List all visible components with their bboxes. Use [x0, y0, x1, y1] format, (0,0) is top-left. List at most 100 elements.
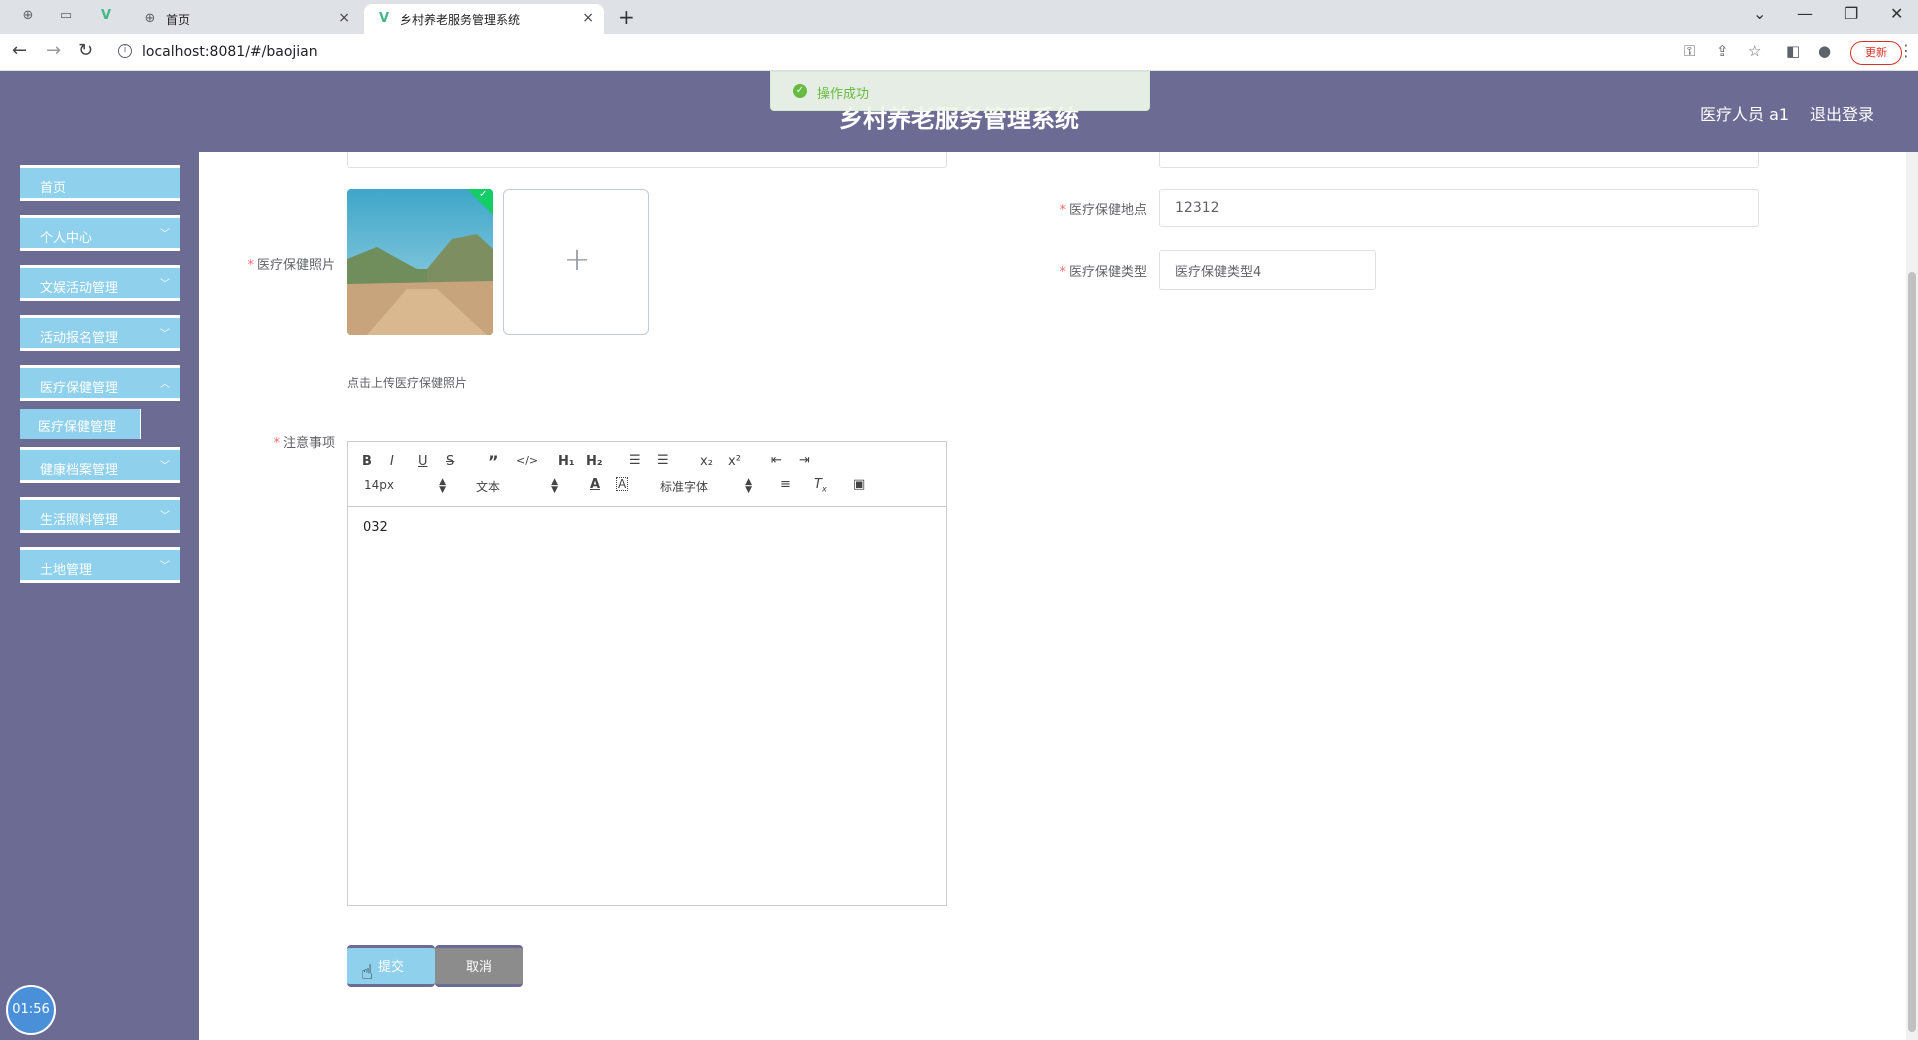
clear-format-icon[interactable]: Tx: [814, 477, 827, 494]
menu-icon[interactable]: ⋮: [1898, 41, 1914, 60]
font-family-select[interactable]: 标准字体 ▲ ▼: [660, 478, 752, 495]
timer-badge: 01:56: [6, 985, 56, 1035]
close-icon[interactable]: ×: [582, 10, 594, 26]
uploaded-check-icon: ✓: [467, 189, 493, 215]
sidebar-item-label: 医疗保健管理: [38, 420, 117, 435]
ordered-list-icon[interactable]: ☰: [629, 453, 641, 468]
hand-cursor-icon: ☝: [361, 960, 374, 984]
sidebar-subitem-medical[interactable]: 医疗保健管理: [20, 409, 141, 439]
top-input-left[interactable]: [347, 152, 947, 168]
sidebar-item-label: 生活照料管理: [40, 513, 119, 528]
browser-tab-strip: ⊕ ▭ V ⊕ 首页 × V 乡村养老服务管理系统 × + ⌄ — ❐ ✕: [0, 0, 1918, 34]
cancel-button[interactable]: 取消: [435, 945, 523, 987]
key-icon[interactable]: ⚿: [1684, 42, 1695, 60]
sidebar-item-entertainment[interactable]: 文娱活动管理 ﹀: [20, 265, 180, 301]
required-mark: *: [247, 258, 254, 273]
sidepanel-icon[interactable]: ◧: [1786, 42, 1800, 60]
new-tab-button[interactable]: +: [618, 5, 635, 29]
italic-icon[interactable]: I: [390, 454, 394, 469]
sidebar-item-label: 文娱活动管理: [40, 281, 119, 296]
required-mark: *: [273, 436, 280, 451]
sidebar-item-health-records[interactable]: 健康档案管理 ﹀: [20, 447, 180, 483]
location-input[interactable]: 12312: [1159, 189, 1759, 227]
quote-icon[interactable]: ”: [488, 452, 499, 471]
bold-icon[interactable]: B: [362, 454, 372, 469]
tab-system[interactable]: V 乡村养老服务管理系统 ×: [364, 4, 604, 34]
globe-icon[interactable]: ⊕: [20, 8, 36, 24]
updown-icon: ▲ ▼: [551, 477, 558, 495]
font-size-select[interactable]: 14px ▲ ▼: [364, 478, 446, 495]
editor-content[interactable]: 032: [363, 520, 388, 535]
chevron-down-icon: ﹀: [160, 511, 170, 522]
check-circle-icon: ✓: [793, 84, 807, 98]
sidebar-item-land[interactable]: 土地管理 ﹀: [20, 547, 180, 583]
upload-hint: 点击上传医疗保健照片: [347, 376, 468, 390]
paragraph-value: 文本: [476, 480, 501, 494]
back-icon[interactable]: ←: [12, 40, 27, 61]
sidebar-item-home[interactable]: 首页: [20, 165, 180, 201]
reload-icon[interactable]: ↻: [78, 40, 93, 61]
sidebar-item-label: 活动报名管理: [40, 331, 119, 346]
chevron-down-icon: ﹀: [160, 279, 170, 290]
scrollbar-thumb[interactable]: [1908, 272, 1916, 1032]
page-icon[interactable]: ▭: [58, 8, 74, 24]
forward-icon[interactable]: →: [46, 40, 61, 61]
sidebar-item-medical[interactable]: 医疗保健管理 ︿: [20, 365, 180, 401]
required-mark: *: [1059, 203, 1066, 218]
type-label: * 医疗保健类型: [1059, 265, 1147, 280]
font-color-icon[interactable]: A: [590, 477, 600, 492]
close-window-icon[interactable]: ✕: [1890, 4, 1903, 23]
share-icon[interactable]: ⇪: [1716, 42, 1729, 60]
url-field[interactable]: i localhost:8081/#/baojian: [110, 39, 1918, 65]
tab-title: 乡村养老服务管理系统: [400, 13, 521, 27]
sidebar-item-label: 医疗保健管理: [40, 381, 119, 396]
h2-icon[interactable]: H₂: [586, 454, 603, 469]
photo-thumbnail[interactable]: ✓: [347, 189, 493, 335]
tab-search-icon[interactable]: ⌄: [1753, 4, 1766, 23]
background-color-icon[interactable]: A: [616, 477, 629, 491]
minimize-icon[interactable]: —: [1797, 4, 1813, 23]
rich-text-editor[interactable]: B I U S ” </> H₁ H₂ ☰ ☰ x₂ x² ⇤ ⇥ 14px ▲…: [347, 441, 947, 906]
tab-title: 首页: [166, 13, 191, 27]
info-icon[interactable]: i: [118, 44, 132, 58]
scrollbar[interactable]: [1906, 152, 1918, 1040]
restore-icon[interactable]: ❐: [1844, 4, 1858, 23]
close-icon[interactable]: ×: [338, 10, 350, 26]
underline-icon[interactable]: U: [418, 454, 428, 469]
type-select[interactable]: 医疗保健类型4 ﹀: [1159, 250, 1376, 290]
indent-icon[interactable]: ⇥: [799, 453, 810, 468]
required-mark: *: [1059, 265, 1066, 280]
sidebar-item-label: 土地管理: [40, 563, 93, 578]
h1-icon[interactable]: H₁: [558, 454, 575, 469]
sidebar-item-label: 健康档案管理: [40, 463, 119, 478]
chevron-up-icon: ︿: [160, 379, 170, 390]
subscript-icon[interactable]: x₂: [700, 454, 713, 469]
sidebar-item-life-care[interactable]: 生活照料管理 ﹀: [20, 497, 180, 533]
star-icon[interactable]: ☆: [1748, 42, 1761, 60]
image-icon[interactable]: ▣: [853, 477, 865, 492]
paragraph-select[interactable]: 文本 ▲ ▼: [476, 478, 558, 495]
logout-button[interactable]: 退出登录: [1810, 101, 1874, 125]
outdent-icon[interactable]: ⇤: [771, 453, 782, 468]
align-icon[interactable]: ≡: [780, 477, 791, 492]
url-text: localhost:8081/#/baojian: [142, 44, 318, 60]
vue-icon[interactable]: V: [98, 8, 114, 24]
code-icon[interactable]: </>: [516, 454, 538, 467]
sidebar: 首页 个人中心 ﹀ 文娱活动管理 ﹀ 活动报名管理 ﹀ 医疗保健管理 ︿ 医疗保…: [0, 152, 199, 1040]
upload-button[interactable]: +: [503, 189, 649, 335]
strike-icon[interactable]: S: [446, 454, 454, 469]
chevron-down-icon: ﹀: [160, 561, 170, 572]
sidebar-item-label: 个人中心: [40, 231, 93, 246]
location-value: 12312: [1175, 200, 1220, 216]
sidebar-item-personal[interactable]: 个人中心 ﹀: [20, 215, 180, 251]
profile-icon[interactable]: ●: [1818, 42, 1831, 60]
top-input-right[interactable]: [1159, 152, 1759, 168]
superscript-icon[interactable]: x²: [728, 454, 741, 469]
bullet-list-icon[interactable]: ☰: [657, 453, 669, 468]
tab-home[interactable]: ⊕ 首页 ×: [130, 4, 360, 34]
chevron-down-icon: ﹀: [160, 461, 170, 472]
user-name: 医疗人员 a1: [1700, 105, 1790, 124]
font-family-value: 标准字体: [660, 480, 709, 494]
update-button[interactable]: 更新: [1850, 41, 1902, 65]
sidebar-item-registration[interactable]: 活动报名管理 ﹀: [20, 315, 180, 351]
